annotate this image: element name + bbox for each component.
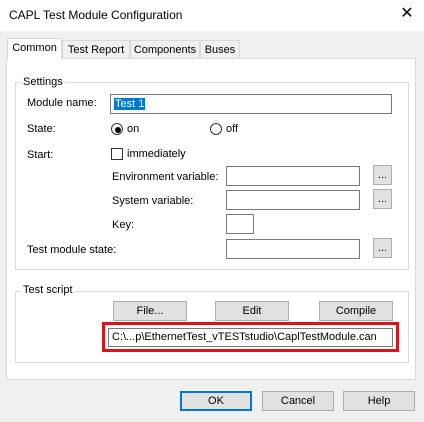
tab-common[interactable]: Common <box>7 38 62 59</box>
window-title: CAPL Test Module Configuration <box>9 8 183 22</box>
immediately-label: immediately <box>127 148 186 160</box>
module-name-label: Module name: <box>27 97 97 109</box>
file-button[interactable]: File... <box>113 301 187 321</box>
edit-button[interactable]: Edit <box>215 301 289 321</box>
system-variable-label: System variable: <box>112 195 194 207</box>
test-script-group-label: Test script <box>21 284 75 296</box>
environment-variable-input[interactable] <box>226 166 360 186</box>
key-label: Key: <box>112 219 135 231</box>
tab-buses[interactable]: Buses <box>200 40 240 59</box>
state-label: State: <box>27 123 56 135</box>
system-variable-input[interactable] <box>226 190 360 210</box>
help-button[interactable]: Help <box>343 391 415 411</box>
ok-button[interactable]: OK <box>180 391 252 411</box>
key-input[interactable] <box>226 214 254 234</box>
cancel-button[interactable]: Cancel <box>262 391 334 411</box>
tab-test-report[interactable]: Test Report <box>62 40 130 59</box>
test-module-state-browse-button[interactable]: ... <box>373 238 392 258</box>
compile-button[interactable]: Compile <box>319 301 393 321</box>
state-on-label: on <box>127 123 140 135</box>
state-on-radio[interactable] <box>111 123 123 135</box>
tab-components[interactable]: Components <box>130 40 200 59</box>
state-off-label: off <box>226 123 239 135</box>
test-module-state-label: Test module state: <box>27 244 117 256</box>
immediately-checkbox[interactable] <box>111 148 123 160</box>
test-module-state-input[interactable] <box>226 239 360 259</box>
start-label: Start: <box>27 149 54 161</box>
environment-variable-browse-button[interactable]: ... <box>373 165 392 185</box>
system-variable-browse-button[interactable]: ... <box>373 189 392 209</box>
radio-selected-dot <box>115 127 121 133</box>
module-name-value: Test 1 <box>114 98 146 110</box>
environment-variable-label: Environment variable: <box>112 171 219 183</box>
test-script-path-field[interactable]: C:\...p\EthernetTest_vTESTstudio\CaplTes… <box>108 328 393 347</box>
module-name-input[interactable]: Test 1 <box>110 94 392 114</box>
settings-group-label: Settings <box>21 76 65 88</box>
state-off-radio[interactable] <box>210 123 222 135</box>
close-icon[interactable]: ✕ <box>398 5 416 23</box>
